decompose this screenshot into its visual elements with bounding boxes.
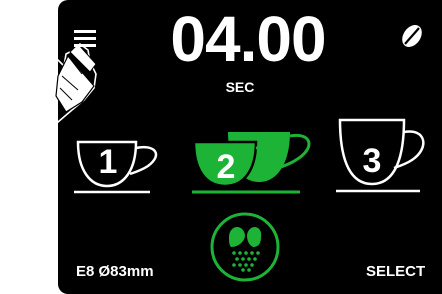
cup-option-3[interactable]: 3: [334, 116, 434, 196]
timer-unit: SEC: [225, 79, 255, 95]
error-info-label: E8 Ø83mm: [76, 263, 154, 280]
cup-label-1: 1: [98, 143, 118, 181]
coffee-bean-icon[interactable]: [398, 22, 426, 50]
menu-icon[interactable]: [72, 28, 98, 50]
cup-option-2[interactable]: 2: [190, 124, 320, 196]
cup-label-3: 3: [362, 142, 382, 180]
grind-icon[interactable]: [209, 211, 281, 283]
cup-label-2: 2: [216, 148, 236, 186]
timer-value: 04.00: [170, 3, 326, 75]
select-button[interactable]: SELECT: [366, 263, 425, 280]
cup-option-1[interactable]: 1: [74, 132, 168, 196]
